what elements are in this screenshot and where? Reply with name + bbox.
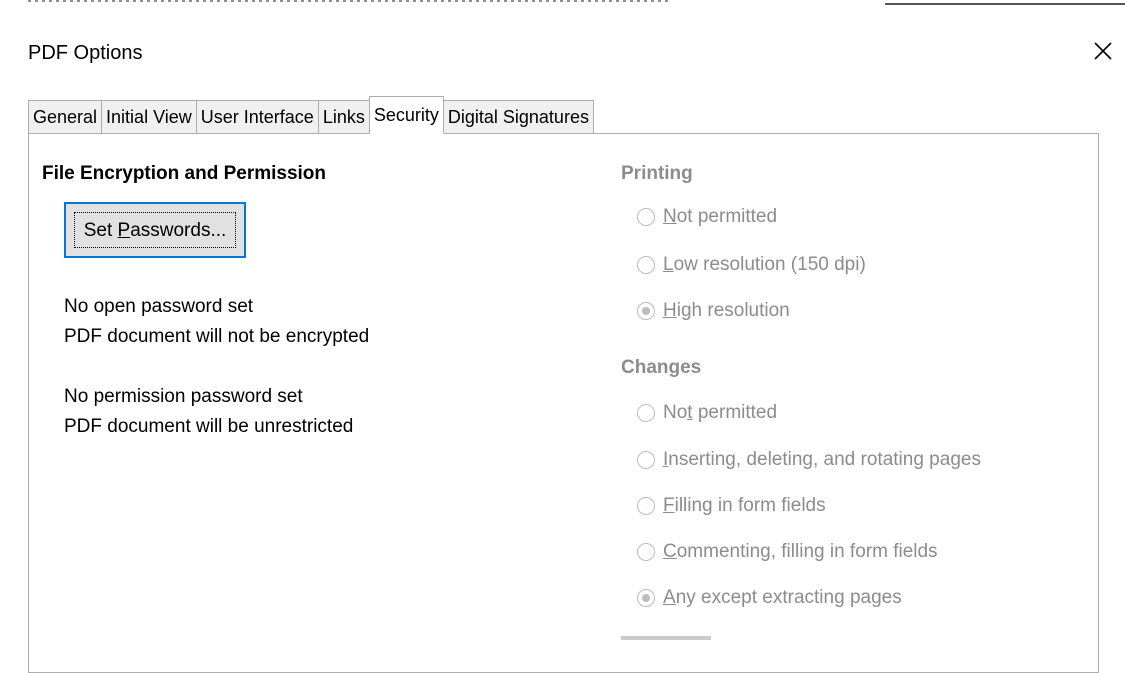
tab-user-interface[interactable]: User Interface <box>195 100 318 134</box>
section-title-encryption: File Encryption and Permission <box>42 163 327 184</box>
set-passwords-label: Set Passwords... <box>74 212 236 248</box>
radio-label: High resolution <box>663 300 790 321</box>
close-icon <box>1094 42 1112 60</box>
radio-circle <box>637 497 655 515</box>
permission-password-status: No permission password set PDF document … <box>64 382 353 442</box>
radio-label: Commenting, filling in form fields <box>663 541 938 562</box>
radio-label: Low resolution (150 dpi) <box>663 254 866 275</box>
open-password-status-line1: No open password set <box>64 296 254 317</box>
tab-initial-view[interactable]: Initial View <box>101 100 196 134</box>
radio-circle <box>637 256 655 274</box>
window-title: PDF Options <box>28 42 143 64</box>
title-bar: PDF Options <box>0 8 1125 76</box>
radio-changes-filling-form-fields[interactable]: Filling in form fields <box>637 492 826 520</box>
radio-label: Inserting, deleting, and rotating pages <box>663 449 981 470</box>
background-text-fragment <box>28 0 668 2</box>
radio-changes-inserting-deleting-rotating[interactable]: Inserting, deleting, and rotating pages <box>637 446 981 474</box>
open-password-status-line2: PDF document will not be encrypted <box>64 326 370 347</box>
radio-circle <box>637 451 655 469</box>
radio-printing-not-permitted[interactable]: Not permitted <box>637 203 777 231</box>
radio-circle-selected <box>637 589 655 607</box>
background-rule <box>885 3 1125 5</box>
background-document-strip <box>0 0 1125 8</box>
radio-label: Any except extracting pages <box>663 587 902 608</box>
tab-general[interactable]: General <box>28 100 102 134</box>
radio-circle <box>637 404 655 422</box>
radio-changes-not-permitted[interactable]: Not permitted <box>637 399 777 427</box>
permission-password-status-line1: No permission password set <box>64 386 303 407</box>
permission-password-status-line2: PDF document will be unrestricted <box>64 416 354 437</box>
radio-printing-high-resolution[interactable]: High resolution <box>637 297 790 325</box>
tab-security[interactable]: Security <box>368 96 444 134</box>
radio-label: Filling in form fields <box>663 495 826 516</box>
radio-label: Not permitted <box>663 206 778 227</box>
section-title-printing: Printing <box>621 163 693 184</box>
radio-printing-low-resolution[interactable]: Low resolution (150 dpi) <box>637 251 866 279</box>
tab-digital-signatures[interactable]: Digital Signatures <box>443 100 594 134</box>
radio-circle <box>637 543 655 561</box>
radio-changes-any-except-extracting[interactable]: Any except extracting pages <box>637 584 902 612</box>
radio-changes-commenting-filling[interactable]: Commenting, filling in form fields <box>637 538 938 566</box>
open-password-status: No open password set PDF document will n… <box>64 292 369 352</box>
tab-links[interactable]: Links <box>317 100 369 134</box>
radio-circle <box>637 208 655 226</box>
next-section-title-cutoff <box>621 636 731 646</box>
set-passwords-label-pre: Set <box>83 220 118 241</box>
set-passwords-label-post: asswords... <box>130 220 227 241</box>
tab-bar: General Initial View User Interface Link… <box>28 96 594 134</box>
radio-circle-selected <box>637 302 655 320</box>
set-passwords-accesskey: P <box>117 220 131 241</box>
set-passwords-button[interactable]: Set Passwords... <box>64 202 246 258</box>
close-button[interactable] <box>1085 34 1121 68</box>
radio-label: Not permitted <box>663 402 778 423</box>
section-title-changes: Changes <box>621 357 702 378</box>
